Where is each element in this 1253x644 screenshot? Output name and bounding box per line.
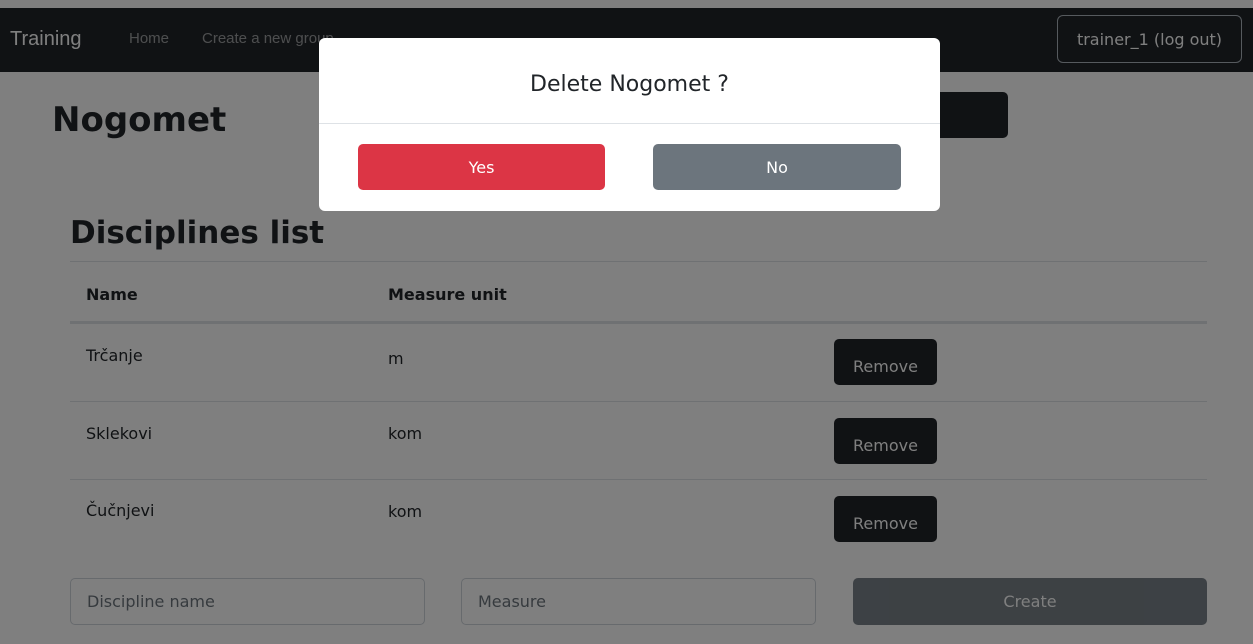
yes-button[interactable]: Yes [358,144,605,190]
no-button[interactable]: No [653,144,901,190]
delete-confirm-modal: Delete Nogomet ? Yes No [319,38,940,211]
modal-title: Delete Nogomet ? [530,72,729,97]
modal-divider [319,123,940,124]
